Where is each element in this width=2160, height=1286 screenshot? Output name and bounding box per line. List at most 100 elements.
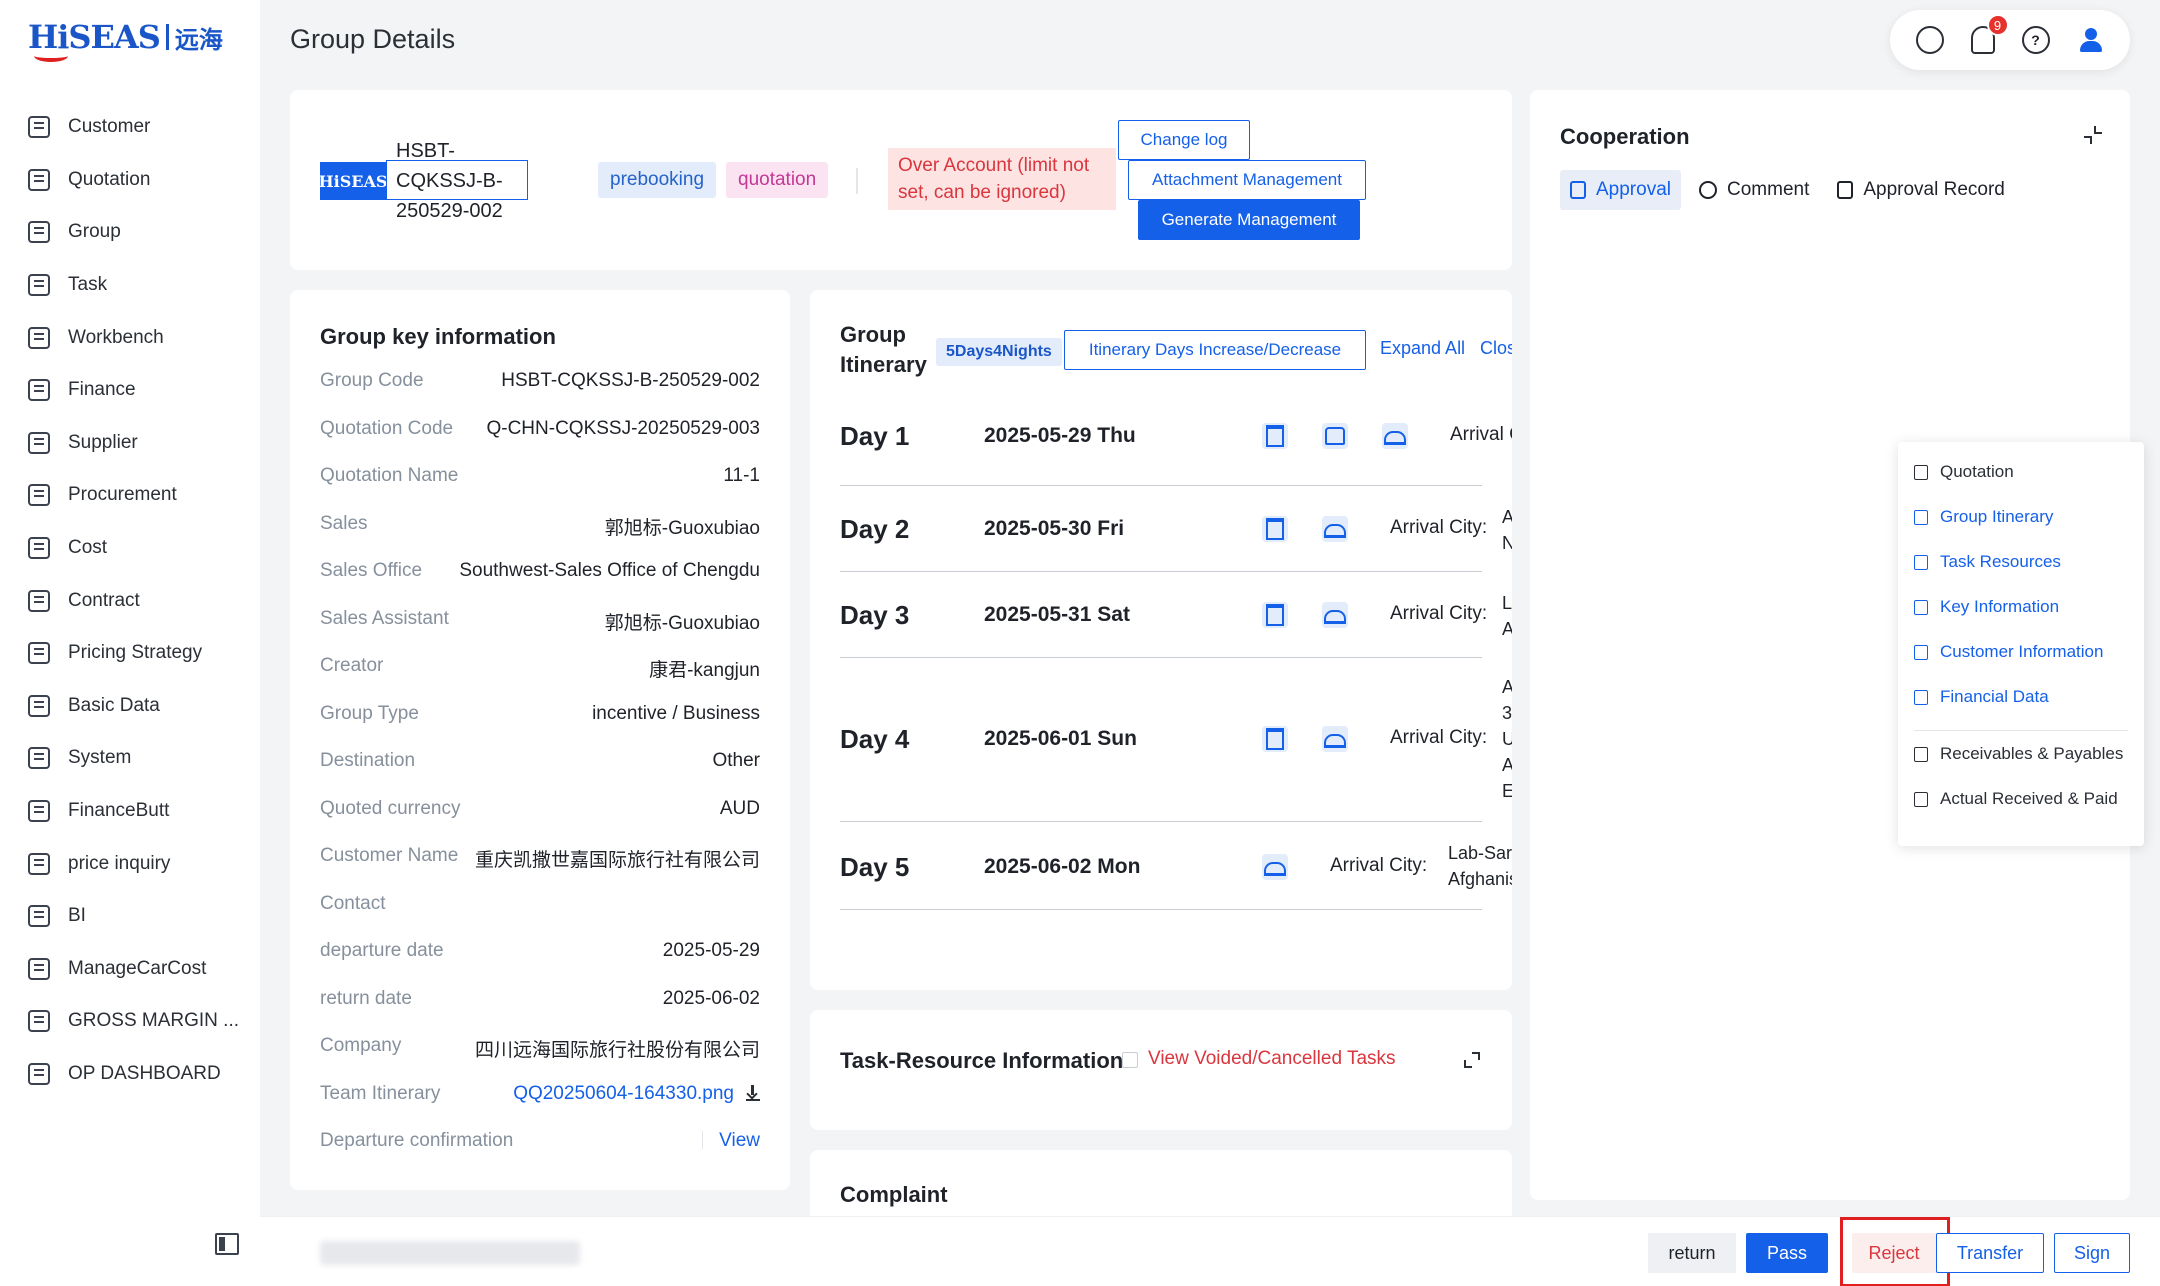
sidebar-item-supplier[interactable]: Supplier	[28, 417, 239, 470]
status-badge-prebooking: prebooking	[598, 162, 717, 198]
kv-row-quotation-name: Quotation Name 11-1	[320, 465, 760, 487]
sidebar-item-system[interactable]: System	[28, 732, 239, 785]
section-title: Cooperation	[1560, 124, 1690, 149]
search-icon[interactable]	[1915, 26, 1944, 54]
departure-confirmation-view-link[interactable]: View	[719, 1130, 760, 1151]
reject-button[interactable]: Reject	[1852, 1233, 1936, 1273]
sidebar-item-label: ManageCarCost	[68, 957, 207, 979]
document-icon	[1914, 464, 1928, 480]
sidebar-item-finance[interactable]: Finance	[28, 364, 239, 417]
sidebar-item-pricing-strategy[interactable]: Pricing Strategy	[28, 627, 239, 680]
itinerary-days-increase-decrease-button[interactable]: Itinerary Days Increase/Decrease	[1064, 330, 1366, 370]
user-avatar-icon[interactable]	[2076, 26, 2105, 54]
sidebar-item-procurement[interactable]: Procurement	[28, 469, 239, 522]
anchor-item-key-information[interactable]: Key Information	[1914, 597, 2059, 617]
anchor-item-task-resources[interactable]: Task Resources	[1914, 552, 2061, 572]
sidebar-item-financebutt[interactable]: FinanceButt	[28, 785, 239, 838]
sidebar-item-task[interactable]: Task	[28, 259, 239, 312]
sidebar-item-contract[interactable]: Contract	[28, 574, 239, 627]
sidebar-item-basic-data[interactable]: Basic Data	[28, 680, 239, 733]
kv-label: Quoted currency	[320, 797, 461, 819]
kv-value: 重庆凯撒世嘉国际旅行社有限公司	[474, 850, 760, 871]
kv-label: Customer Name	[320, 845, 459, 866]
anchor-item-quotation[interactable]: Quotation	[1914, 462, 2014, 482]
day-date: 2025-06-02 Mon	[984, 855, 1141, 878]
blurred-content	[320, 1241, 580, 1265]
folder-icon	[28, 694, 50, 717]
yen-icon	[28, 1062, 50, 1085]
sidebar-item-workbench[interactable]: Workbench	[28, 311, 239, 364]
tab-label: Comment	[1727, 179, 1810, 200]
kv-row-departure-date: departure date 2025-05-29	[320, 940, 760, 962]
change-log-button[interactable]: Change log	[1118, 120, 1250, 160]
tab-approval-record[interactable]: Approval Record	[1827, 170, 2015, 210]
sidebar-item-cost[interactable]: Cost	[28, 522, 239, 575]
bell-icon[interactable]: 9	[1970, 14, 2009, 54]
close-all-link[interactable]: Clos	[1480, 338, 1512, 359]
kv-row-destination: Destination Other	[320, 750, 760, 772]
sidebar-item-op-dashboard[interactable]: OP DASHBOARD	[28, 1048, 239, 1101]
return-button[interactable]: return	[1648, 1233, 1736, 1273]
pass-button[interactable]: Pass	[1746, 1233, 1828, 1273]
kv-row-company: Company 四川远海国际旅行社股份有限公司	[320, 1035, 760, 1062]
help-icon[interactable]: ?	[2021, 26, 2050, 54]
day-date: 2025-05-29 Thu	[984, 424, 1136, 447]
tab-comment[interactable]: Comment	[1689, 170, 1819, 210]
kv-value: HSBT-CQKSSJ-B-250529-002	[501, 370, 760, 391]
itinerary-day-row[interactable]: Day 2 2025-05-30 Fri Arrival City: Al N	[840, 486, 1512, 572]
expand-all-link[interactable]: Expand All	[1380, 338, 1465, 359]
expand-icon[interactable]	[1464, 1052, 1480, 1068]
sign-button[interactable]: Sign	[2054, 1233, 2130, 1273]
tab-approval[interactable]: Approval	[1560, 170, 1681, 210]
sidebar-item-gross-margin[interactable]: GROSS MARGIN ...	[28, 995, 239, 1048]
itinerary-day-row[interactable]: Day 1 2025-05-29 Thu Arrival C	[840, 386, 1512, 486]
arrival-city-value: Al 3- U Ar Er	[1502, 674, 1512, 804]
bus-icon	[1322, 423, 1348, 449]
sidebar-item-label: Workbench	[68, 326, 164, 348]
kv-label: Contact	[320, 892, 386, 914]
itinerary-title-line1: Group	[840, 322, 906, 347]
itinerary-day-row[interactable]: Day 4 2025-06-01 Sun Arrival City: Al 3-…	[840, 658, 1512, 822]
itinerary-day-row[interactable]: Day 5 2025-06-02 Mon Arrival City: Lab-S…	[840, 822, 1512, 910]
collapse-panel-icon[interactable]	[2084, 126, 2102, 144]
sidebar-item-group[interactable]: Group	[28, 206, 239, 259]
view-voided-tasks-label[interactable]: View Voided/Cancelled Tasks	[1148, 1048, 1396, 1070]
team-itinerary-file-link[interactable]: QQ20250604-164330.png	[513, 1083, 734, 1104]
anchor-item-receivables-payables[interactable]: Receivables & Payables	[1914, 744, 2123, 764]
day-date: 2025-05-30 Fri	[984, 517, 1125, 540]
kv-label: Team Itinerary	[320, 1082, 441, 1104]
anchor-item-actual-received-paid[interactable]: Actual Received & Paid	[1914, 789, 2118, 809]
contract-icon	[28, 589, 50, 612]
brand-logo[interactable]: HiSEAS 远海	[28, 14, 223, 62]
hotel-icon	[1262, 726, 1288, 752]
arrival-city-line: Ar	[1502, 755, 1512, 775]
sidebar-collapse-icon[interactable]	[215, 1233, 239, 1255]
arrival-city-label: Arrival C	[1450, 424, 1512, 445]
task-resource-card: Task-Resource Information View Voided/Ca…	[810, 1010, 1512, 1130]
download-icon[interactable]	[746, 1084, 760, 1101]
kv-row-sales-assistant: Sales Assistant 郭旭标-Guoxubiao	[320, 608, 760, 635]
sidebar-item-customer[interactable]: Customer	[28, 101, 239, 154]
kv-label: Sales	[320, 512, 368, 534]
sidebar-item-managecarcost[interactable]: ManageCarCost	[28, 943, 239, 996]
anchor-item-financial-data[interactable]: Financial Data	[1914, 687, 2049, 707]
group-itinerary-card: Group Itinerary 5Days4Nights Itinerary D…	[810, 290, 1512, 990]
sidebar-item-price-inquiry[interactable]: price inquiry	[28, 837, 239, 890]
sidebar-item-quotation[interactable]: Quotation	[28, 154, 239, 207]
arrival-city-label: Arrival City:	[1330, 855, 1428, 876]
generate-management-button[interactable]: Generate Management	[1138, 200, 1360, 240]
anchor-navigation: Quotation Group Itinerary Task Resources…	[1898, 442, 2144, 846]
kv-label: Quotation Code	[320, 417, 454, 439]
itinerary-day-row[interactable]: Day 3 2025-05-31 Sat Arrival City: La A	[840, 572, 1512, 658]
anchor-item-group-itinerary[interactable]: Group Itinerary	[1914, 507, 2053, 527]
view-voided-checkbox[interactable]	[1122, 1052, 1138, 1068]
payment-icon	[1914, 791, 1928, 807]
yen-icon	[1914, 746, 1928, 762]
kv-row-sales: Sales 郭旭标-Guoxubiao	[320, 513, 760, 540]
anchor-item-customer-information[interactable]: Customer Information	[1914, 642, 2103, 662]
transfer-button[interactable]: Transfer	[1936, 1233, 2044, 1273]
sliders-icon	[28, 747, 50, 770]
customer-icon	[28, 116, 50, 139]
sidebar-item-bi[interactable]: BI	[28, 890, 239, 943]
attachment-management-button[interactable]: Attachment Management	[1128, 160, 1366, 200]
